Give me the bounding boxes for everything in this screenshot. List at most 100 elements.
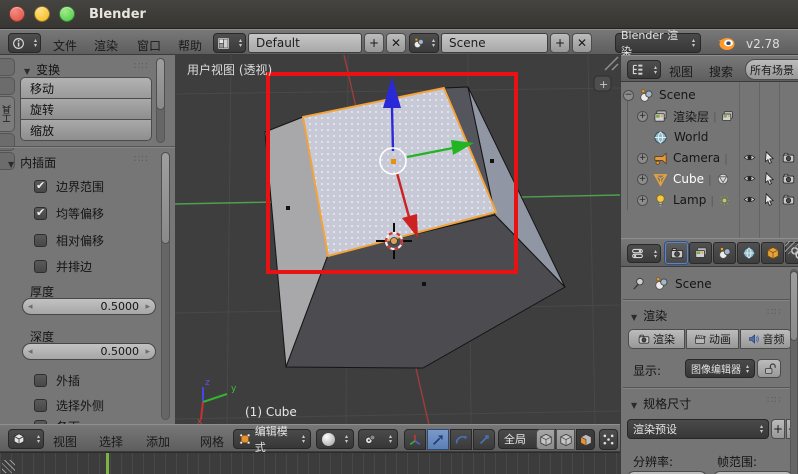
render-audio-button[interactable]: 音频 — [740, 329, 792, 349]
checkbox-row-select-outer[interactable]: 选择外侧 — [34, 397, 104, 414]
outliner-row-camera[interactable]: + Camera | — [637, 148, 732, 168]
tab-scene[interactable] — [713, 242, 736, 264]
panel-grip-icon[interactable] — [134, 154, 149, 165]
shelf-scrollbar-thumb[interactable] — [156, 58, 165, 110]
checkbox-checked-icon[interactable] — [34, 206, 47, 220]
current-frame-marker[interactable] — [106, 453, 109, 474]
menu-view[interactable]: 视图 — [53, 433, 77, 450]
pivot-point-dropdown[interactable] — [358, 429, 398, 449]
rotate-tool-button[interactable]: 旋转 — [20, 98, 152, 120]
manipulator-toggle-button[interactable] — [404, 429, 426, 450]
tab-render-layers[interactable] — [689, 242, 712, 264]
expand-plus-icon[interactable]: + — [637, 173, 648, 185]
viewport-shading-dropdown[interactable] — [316, 429, 354, 449]
checkbox-checked-icon[interactable] — [34, 179, 47, 193]
expand-plus-icon[interactable]: + — [637, 152, 648, 164]
dimensions-panel-header[interactable]: 规格尺寸 — [631, 395, 691, 412]
outliner-label[interactable]: Camera — [673, 151, 720, 165]
render-restrict-camera-icon[interactable] — [782, 193, 795, 206]
editor-type-properties-button[interactable] — [627, 244, 661, 263]
add-scene-button[interactable]: + — [550, 33, 570, 53]
tab-world[interactable] — [737, 242, 760, 264]
display-mode-dropdown[interactable]: 图像编辑器 — [685, 359, 755, 378]
interaction-mode-dropdown[interactable]: 编辑模式 — [233, 425, 311, 454]
properties-scrollbar-thumb[interactable] — [790, 271, 798, 341]
menu-add[interactable]: 添加 — [146, 433, 170, 450]
window-maximize-button[interactable] — [59, 6, 75, 22]
pin-icon[interactable] — [631, 276, 646, 291]
checkbox-row-edge-rail[interactable]: 并排边 — [34, 258, 92, 275]
panel-grip-icon[interactable] — [767, 307, 782, 318]
area-resize-corner[interactable] — [785, 241, 798, 254]
panel-grip-icon[interactable] — [134, 61, 149, 72]
outliner-row-cube[interactable]: + Cube | — [637, 169, 730, 189]
editor-type-outliner-button[interactable] — [627, 60, 661, 79]
render-engine-dropdown[interactable]: Blender 渲染 — [615, 29, 701, 58]
lock-interface-button[interactable] — [757, 359, 781, 378]
manipulator-z-axis[interactable] — [390, 106, 395, 152]
add-preset-button[interactable]: + — [771, 419, 785, 439]
shelf-tab[interactable] — [0, 133, 15, 151]
checkbox-icon[interactable] — [34, 260, 47, 273]
render-panel-header[interactable]: 渲染 — [631, 307, 667, 324]
checkbox-icon[interactable] — [34, 374, 47, 387]
transform-panel-header[interactable]: 变换 — [24, 61, 60, 78]
menu-select[interactable]: 选择 — [99, 433, 123, 450]
menu-file[interactable]: 文件 — [53, 37, 77, 54]
close-layout-button[interactable]: ✕ — [386, 33, 406, 53]
area-resize-corner[interactable] — [2, 460, 15, 473]
checkbox-row-outset[interactable]: 外插 — [34, 372, 80, 389]
timeline-strip[interactable] — [0, 452, 620, 474]
window-minimize-button[interactable] — [34, 6, 50, 22]
render-animation-button[interactable]: 动画 — [686, 329, 739, 349]
thickness-slider[interactable]: 0.5000 — [22, 298, 156, 315]
outliner-filter-dropdown[interactable]: 所有场景 — [745, 59, 798, 80]
checkbox-icon[interactable] — [34, 399, 47, 412]
menu-render[interactable]: 渲染 — [94, 37, 118, 54]
shelf-tab[interactable] — [0, 77, 15, 95]
menu-help[interactable]: 帮助 — [178, 37, 202, 54]
outliner-row-scene[interactable]: − Scene — [623, 85, 696, 105]
face-select-button[interactable] — [576, 429, 595, 450]
editor-type-3d-button[interactable] — [8, 429, 44, 449]
viewport-3d[interactable]: z y x 用户视图 (透视) (1) Cube + — [175, 55, 620, 425]
move-tool-button[interactable]: 移动 — [20, 77, 152, 99]
checkbox-icon[interactable] — [34, 234, 47, 247]
screen-layout-icon-button[interactable] — [213, 33, 246, 53]
shelf-scrollbar-thumb[interactable] — [161, 152, 170, 244]
checkbox-row-relative[interactable]: 相对偏移 — [34, 232, 104, 249]
scene-name-field[interactable]: Scene — [441, 33, 548, 53]
panel-grip-icon[interactable] — [767, 395, 782, 406]
render-restrict-camera-icon[interactable] — [782, 172, 795, 185]
shelf-tab-tools[interactable]: 工具 — [0, 96, 15, 132]
viewport-add-panel-button[interactable]: + — [593, 75, 612, 92]
outliner-label[interactable]: Lamp — [673, 193, 706, 207]
outliner-menu-view[interactable]: 视图 — [669, 63, 693, 80]
delete-scene-button[interactable]: ✕ — [572, 33, 592, 53]
tab-render[interactable] — [665, 242, 688, 264]
shelf-tab[interactable] — [0, 58, 15, 76]
depth-slider[interactable]: 0.5000 — [22, 343, 156, 360]
manipulator-translate-button[interactable] — [427, 429, 449, 450]
manipulator-scale-button[interactable] — [473, 429, 495, 450]
scene-icon-button[interactable] — [409, 33, 439, 53]
window-close-button[interactable] — [9, 6, 25, 22]
outliner-row-render-layers[interactable]: + 渲染层 | — [637, 106, 734, 126]
outliner-label[interactable]: 渲染层 — [673, 108, 709, 125]
hide-eye-icon[interactable] — [743, 151, 756, 164]
outliner-menu-search[interactable]: 搜索 — [709, 63, 733, 80]
breadcrumb-scene[interactable]: Scene — [675, 277, 712, 291]
limit-selection-visible-button[interactable] — [599, 429, 618, 450]
checkbox-row-even[interactable]: 均等偏移 — [34, 205, 104, 222]
checkbox-row-boundary[interactable]: 边界范围 — [34, 178, 104, 195]
screen-layout-field[interactable]: Default — [248, 33, 362, 53]
hide-eye-icon[interactable] — [743, 172, 756, 185]
selectable-cursor-icon[interactable] — [763, 172, 776, 185]
render-restrict-camera-icon[interactable] — [782, 151, 795, 164]
outliner-row-world[interactable]: World — [653, 127, 708, 147]
menu-window[interactable]: 窗口 — [137, 37, 161, 54]
selectable-cursor-icon[interactable] — [763, 193, 776, 206]
expand-plus-icon[interactable]: + — [637, 194, 648, 206]
expand-plus-icon[interactable]: + — [637, 110, 648, 122]
add-layout-button[interactable]: + — [364, 33, 384, 53]
